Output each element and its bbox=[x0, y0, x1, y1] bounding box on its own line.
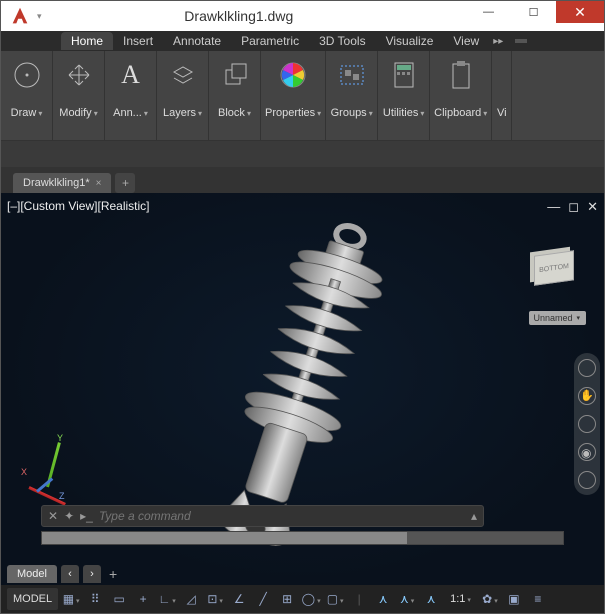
axis-y-label: Y bbox=[57, 433, 63, 443]
ribbon-tab-parametric[interactable]: Parametric bbox=[231, 32, 309, 50]
scale-display[interactable]: 1:1 bbox=[444, 588, 477, 610]
viewcube[interactable]: BOTTOM bbox=[534, 250, 574, 286]
window-title: Drawklkling1.dwg bbox=[12, 8, 466, 24]
color-wheel-icon bbox=[278, 57, 308, 93]
move-icon bbox=[64, 57, 94, 93]
add-layout-button[interactable]: + bbox=[105, 566, 121, 582]
steering-wheel-icon[interactable] bbox=[578, 359, 596, 377]
titlebar: ▾ Drawklkling1.dwg — ☐ ✕ bbox=[1, 1, 604, 31]
panel-clipboard[interactable]: Clipboard bbox=[430, 51, 492, 140]
ribbon-tab-visualize[interactable]: Visualize bbox=[376, 32, 444, 50]
drawing-viewport[interactable]: [–][Custom View][Realistic] — ◻ ✕ BOTTOM… bbox=[1, 193, 604, 585]
pan-icon[interactable] bbox=[578, 387, 596, 405]
text-a-icon: A bbox=[121, 57, 140, 93]
walk-button[interactable]: ⋏ bbox=[372, 588, 394, 610]
cycling-toggle[interactable]: ◯ bbox=[300, 588, 322, 610]
document-tabs: Drawklkling1* × + bbox=[1, 167, 604, 193]
close-tab-icon[interactable]: × bbox=[96, 178, 102, 189]
clipboard-icon bbox=[449, 57, 473, 93]
ribbon-collapse-icon[interactable] bbox=[515, 39, 527, 43]
ribbon-gap bbox=[1, 141, 604, 167]
workspace-button[interactable]: ✿ bbox=[479, 588, 501, 610]
panel-groups[interactable]: Groups bbox=[326, 51, 378, 140]
vp-minimize-icon[interactable]: — bbox=[547, 199, 560, 215]
close-button[interactable]: ✕ bbox=[556, 1, 604, 23]
panel-layers[interactable]: Layers bbox=[157, 51, 209, 140]
maximize-button[interactable]: ☐ bbox=[511, 1, 556, 23]
group-icon bbox=[339, 57, 365, 93]
ucs-z-axis bbox=[36, 477, 53, 492]
customize-cmd-icon[interactable]: ✦ bbox=[64, 509, 74, 523]
axis-z-label: Z bbox=[59, 491, 65, 501]
lineweight-toggle[interactable]: ╱ bbox=[252, 588, 274, 610]
panel-view-partial[interactable]: Vi bbox=[492, 51, 512, 140]
ribbon: Draw Modify A Ann... Layers Block Proper… bbox=[1, 51, 604, 141]
document-tab[interactable]: Drawklkling1* × bbox=[13, 173, 111, 193]
calculator-icon bbox=[393, 57, 415, 93]
panel-properties[interactable]: Properties bbox=[261, 51, 326, 140]
snap-toggle[interactable]: ⠿ bbox=[84, 588, 106, 610]
otrack-toggle[interactable]: ∠ bbox=[228, 588, 250, 610]
modelspace-button[interactable]: MODEL bbox=[7, 588, 58, 610]
status-bar: MODEL ▦ ⠿ ▭ + ∟ ◿ ⊡ ∠ ╱ ⊞ ◯ ▢ ⋏ ⋏ ⋏ 1:1 … bbox=[1, 585, 604, 613]
cmd-prompt-icon: ▸_ bbox=[80, 509, 93, 523]
grid-toggle[interactable]: ▦ bbox=[60, 588, 82, 610]
ribbon-tab-home[interactable]: Home bbox=[61, 32, 113, 50]
model-tab[interactable]: Model bbox=[7, 565, 57, 583]
axis-x-label: X bbox=[21, 467, 27, 477]
block-icon bbox=[220, 57, 250, 93]
ribbon-tab-annotate[interactable]: Annotate bbox=[163, 32, 231, 50]
navigation-bar bbox=[574, 353, 600, 495]
osnap-toggle[interactable]: ◿ bbox=[180, 588, 202, 610]
command-input[interactable] bbox=[99, 509, 465, 523]
ribbon-tab-insert[interactable]: Insert bbox=[113, 32, 163, 50]
status-separator bbox=[348, 588, 370, 610]
dynucs-toggle[interactable]: ▢ bbox=[324, 588, 346, 610]
command-line[interactable]: ✕ ✦ ▸_ ▴ bbox=[41, 505, 484, 527]
showmotion-icon[interactable] bbox=[578, 471, 596, 489]
ribbon-tabs: Home Insert Annotate Parametric 3D Tools… bbox=[1, 31, 604, 51]
viewport-label[interactable]: [–][Custom View][Realistic] bbox=[7, 199, 150, 213]
layout-scroll-left[interactable]: ‹ bbox=[61, 565, 79, 583]
customization-button[interactable]: ≡ bbox=[527, 588, 549, 610]
panel-block[interactable]: Block bbox=[209, 51, 261, 140]
transparency-toggle[interactable]: ⊞ bbox=[276, 588, 298, 610]
tab-scroll-icon[interactable]: ▸▸ bbox=[493, 36, 503, 47]
panel-modify[interactable]: Modify bbox=[53, 51, 105, 140]
vp-close-icon[interactable]: ✕ bbox=[587, 199, 598, 215]
circle-icon bbox=[12, 57, 42, 93]
ortho-toggle[interactable]: ▭ bbox=[108, 588, 130, 610]
cleanscreen-button[interactable]: ▣ bbox=[503, 588, 525, 610]
layout-tabs: Model ‹ › + bbox=[7, 565, 121, 583]
minimize-button[interactable]: — bbox=[466, 1, 511, 23]
panel-draw[interactable]: Draw bbox=[1, 51, 53, 140]
isodraft-toggle[interactable]: ∟ bbox=[156, 588, 178, 610]
ribbon-tab-view[interactable]: View bbox=[443, 32, 489, 50]
annoscale-button[interactable]: ⋏ bbox=[396, 588, 418, 610]
panel-annotation[interactable]: A Ann... bbox=[105, 51, 157, 140]
layers-icon bbox=[168, 57, 198, 93]
cmd-history-icon[interactable]: ▴ bbox=[471, 509, 477, 523]
horizontal-scrollbar[interactable] bbox=[41, 531, 564, 545]
ribbon-tab-3dtools[interactable]: 3D Tools bbox=[309, 32, 375, 50]
polar-toggle[interactable]: + bbox=[132, 588, 154, 610]
layout-scroll-right[interactable]: › bbox=[83, 565, 101, 583]
close-cmd-icon[interactable]: ✕ bbox=[48, 509, 58, 523]
panel-utilities[interactable]: Utilities bbox=[378, 51, 430, 140]
zoom-icon[interactable] bbox=[578, 415, 596, 433]
document-tab-label: Drawklkling1* bbox=[23, 177, 90, 189]
app-window: ▾ Drawklkling1.dwg — ☐ ✕ Home Insert Ann… bbox=[0, 0, 605, 614]
orbit-icon[interactable] bbox=[578, 443, 596, 461]
3dosnap-toggle[interactable]: ⊡ bbox=[204, 588, 226, 610]
vp-restore-icon[interactable]: ◻ bbox=[568, 199, 579, 215]
annovisibility-button[interactable]: ⋏ bbox=[420, 588, 442, 610]
add-tab-button[interactable]: + bbox=[115, 173, 135, 193]
app-logo[interactable] bbox=[9, 5, 31, 27]
viewcube-menu[interactable]: Unnamed▾ bbox=[529, 311, 586, 325]
